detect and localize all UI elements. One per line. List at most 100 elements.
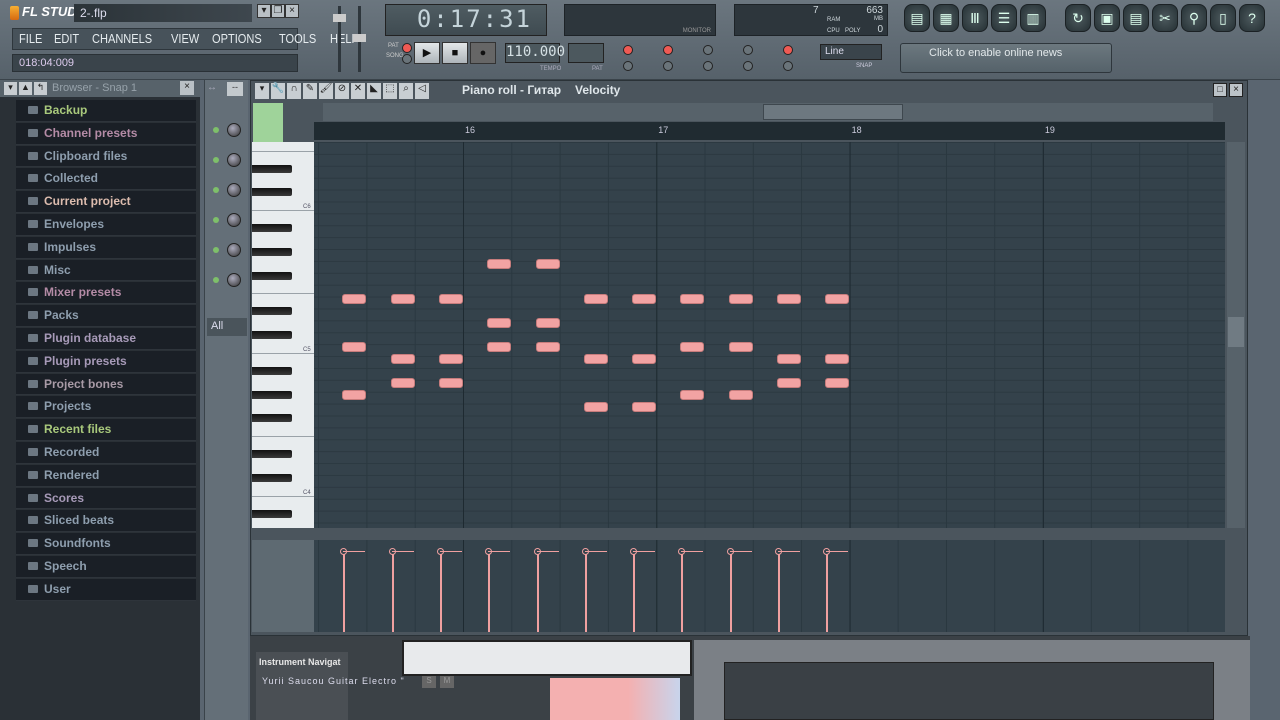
playback-icon[interactable]: ◁ [415,83,429,99]
note[interactable] [825,353,850,364]
note[interactable] [342,294,367,305]
channel-options-button[interactable]: -- [227,82,243,96]
colored-keyboard[interactable] [550,678,680,720]
browser-item[interactable]: Impulses [16,236,196,259]
menu-channels[interactable]: CHANNELS [92,31,152,47]
browser-item[interactable]: Envelopes [16,213,196,236]
save-new-icon[interactable]: ▣ [1094,4,1120,32]
pattern-display[interactable] [568,43,604,63]
browser-item[interactable]: Plugin database [16,327,196,350]
channel-led[interactable] [213,277,219,283]
time-ruler[interactable]: 16 17 18 19 [314,122,1225,140]
browser-back-icon[interactable]: ↰ [34,82,47,95]
browser-item[interactable]: Channel presets [16,122,196,145]
note[interactable] [390,294,415,305]
channel-volume-knob[interactable] [227,273,241,287]
cut-icon[interactable]: ✂ [1152,4,1178,32]
browser-item[interactable]: Rendered [16,464,196,487]
channel-led[interactable] [213,187,219,193]
note[interactable] [632,353,657,364]
black-key[interactable] [252,390,292,399]
note[interactable] [777,353,801,364]
channel-led[interactable] [213,247,219,253]
browser-item[interactable]: Recorded [16,441,196,464]
solo-button[interactable]: S [422,676,436,688]
velocity-bar[interactable] [439,552,442,632]
browser-item[interactable]: Soundfonts [16,533,196,555]
note[interactable] [535,342,560,352]
instrument-keyboard[interactable] [402,640,692,676]
browser-item[interactable]: Packs [16,305,196,327]
auto-scroll-led[interactable] [703,61,713,71]
metronome-led[interactable] [623,61,633,71]
browser-item[interactable]: Plugin presets [16,350,196,373]
record-button[interactable]: ● [470,42,496,64]
note[interactable] [728,294,753,305]
mixer-icon[interactable]: ▥ [1020,4,1046,32]
note[interactable] [342,389,367,400]
note[interactable] [825,294,850,305]
wait-led[interactable] [663,61,673,71]
note[interactable] [535,258,560,269]
velocity-bar[interactable] [826,552,829,632]
wrench-icon[interactable]: 🔧 [271,83,285,99]
menu-options[interactable]: OPTIONS [212,31,262,47]
menu-tools[interactable]: TOOLS [279,31,316,47]
note[interactable] [583,401,608,412]
channel-led[interactable] [213,217,219,223]
browser-item[interactable]: Backup [16,100,196,122]
note[interactable] [535,318,560,329]
channel-led[interactable] [213,157,219,163]
note[interactable] [390,377,415,388]
velocity-lane[interactable] [314,540,1225,632]
channel-led[interactable] [213,127,219,133]
black-key[interactable] [252,366,292,375]
menu-view[interactable]: VIEW [171,31,199,47]
menu-edit[interactable]: EDIT [54,31,79,47]
stop-button[interactable]: ■ [442,42,468,64]
pat-mode-led[interactable] [402,43,412,53]
master-pitch-slider[interactable] [353,6,366,72]
browser-item[interactable]: Speech [16,555,196,578]
channel-filter-all[interactable]: All [207,318,247,336]
velocity-bar[interactable] [343,552,346,632]
time-display[interactable]: 0:17:31 [385,4,547,36]
black-key[interactable] [252,247,292,256]
tempo-display[interactable]: 110.000 [505,43,565,63]
help-icon[interactable]: ? [1239,4,1265,32]
black-key[interactable] [252,473,292,482]
step-sequencer-icon[interactable]: ▦ [933,4,959,32]
browser-item[interactable]: Scores [16,487,196,510]
channel-volume-knob[interactable] [227,153,241,167]
black-key[interactable] [252,450,292,459]
event-target-select[interactable]: Velocity [575,83,620,99]
note[interactable] [777,294,801,305]
horizontal-scrollbar[interactable] [323,103,1213,121]
note-grid[interactable] [314,142,1225,528]
note[interactable] [438,294,463,305]
note[interactable] [487,318,512,329]
brush-icon[interactable]: 🖌 [319,83,333,99]
velocity-bar[interactable] [778,552,780,632]
velocity-bar[interactable] [729,552,732,632]
restore-button[interactable]: ❐ [271,4,285,18]
browser-item[interactable]: Project bones [16,373,196,396]
blend-led[interactable] [783,45,793,55]
browser-item[interactable]: Collected [16,168,196,191]
zoom-icon[interactable]: ⌕ [399,83,413,99]
velocity-bar[interactable] [681,552,684,632]
loop-record-led[interactable] [743,45,753,55]
channel-volume-knob[interactable] [227,183,241,197]
browser-icon[interactable]: ☰ [991,4,1017,32]
note[interactable] [632,294,657,305]
vertical-scrollbar[interactable] [1227,142,1245,528]
save-icon[interactable]: ▤ [1123,4,1149,32]
note[interactable] [487,258,512,269]
swap-icon[interactable]: ↔ [207,82,223,96]
note[interactable] [777,377,801,388]
slice-icon[interactable]: ◣ [367,83,381,99]
channel-volume-knob[interactable] [227,123,241,137]
master-volume-slider[interactable] [333,6,346,72]
step-edit-led[interactable] [703,45,713,55]
browser-up-icon[interactable]: ▲ [19,82,32,95]
